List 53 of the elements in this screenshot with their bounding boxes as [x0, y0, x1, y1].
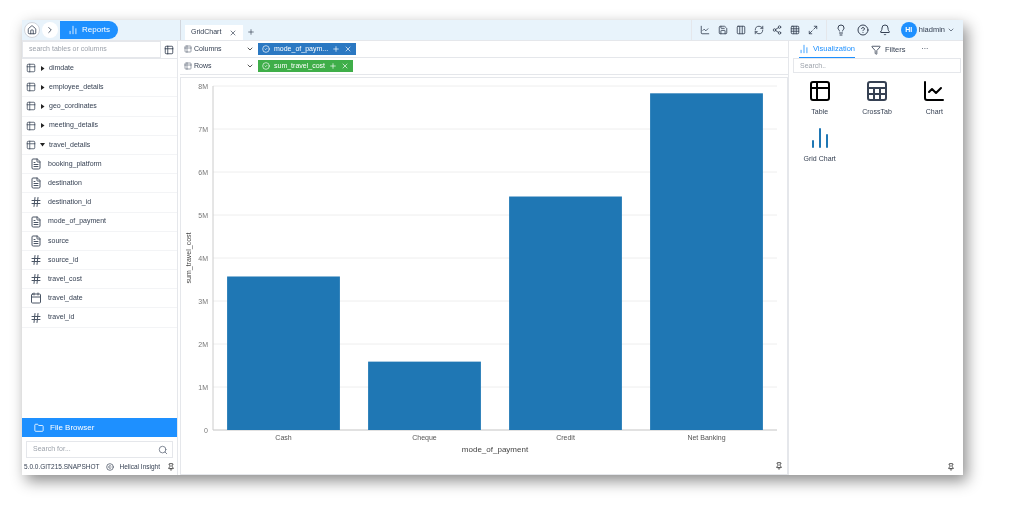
bar-chart-icon — [799, 44, 809, 54]
table-icon — [26, 82, 36, 93]
check-circle-icon — [262, 62, 270, 70]
line-chart-icon — [922, 79, 947, 103]
table-icon — [807, 79, 832, 103]
axis-title: mode_of_payment — [461, 445, 529, 454]
table-icon — [164, 44, 174, 55]
document-icon — [30, 215, 42, 228]
bar-chart-icon — [68, 25, 78, 35]
caret-right-icon[interactable] — [40, 84, 45, 90]
lightbulb-icon[interactable] — [834, 24, 847, 36]
chevron-down-icon[interactable] — [947, 26, 955, 34]
document-icon — [30, 158, 42, 171]
document-icon — [30, 234, 42, 247]
search-icon[interactable] — [158, 444, 168, 455]
calendar-icon — [30, 292, 42, 305]
pin-icon[interactable] — [775, 462, 783, 470]
check-circle-icon — [262, 45, 270, 53]
notification-icon[interactable] — [878, 24, 891, 36]
hash-icon — [30, 311, 42, 324]
pin-icon[interactable] — [167, 462, 175, 471]
line-chart-icon[interactable] — [699, 25, 710, 35]
caret-right-icon[interactable] — [40, 103, 45, 109]
copyright-icon — [105, 462, 114, 471]
folder-icon — [34, 422, 44, 433]
hash-icon — [30, 273, 42, 286]
save-icon[interactable] — [717, 25, 728, 35]
grid-icon[interactable] — [789, 25, 800, 35]
refresh-icon[interactable] — [753, 25, 764, 35]
caret-right-icon[interactable] — [40, 65, 45, 71]
close-icon[interactable] — [229, 28, 238, 37]
filter-icon — [871, 44, 881, 55]
crosstab-icon — [865, 79, 889, 103]
pin-icon[interactable] — [947, 463, 955, 471]
caret-right-icon[interactable] — [40, 123, 45, 129]
plus-icon[interactable] — [247, 28, 256, 36]
document-icon — [30, 177, 42, 190]
hash-icon — [30, 253, 42, 266]
table-icon — [26, 120, 36, 131]
help-icon[interactable] — [856, 24, 869, 36]
dropdown-caret-icon[interactable] — [246, 62, 254, 70]
close-icon[interactable] — [344, 45, 353, 53]
table-icon — [26, 63, 36, 74]
dropdown-caret-icon[interactable] — [246, 45, 254, 53]
hash-icon — [30, 196, 42, 209]
caret-down-icon[interactable] — [40, 142, 45, 148]
fullscreen-icon[interactable] — [807, 25, 818, 35]
table-icon — [184, 45, 192, 53]
table-icon — [26, 139, 36, 150]
table-icon — [26, 101, 36, 112]
share-icon[interactable] — [771, 25, 782, 35]
table-icon — [184, 62, 192, 70]
columns-icon[interactable] — [735, 25, 746, 35]
